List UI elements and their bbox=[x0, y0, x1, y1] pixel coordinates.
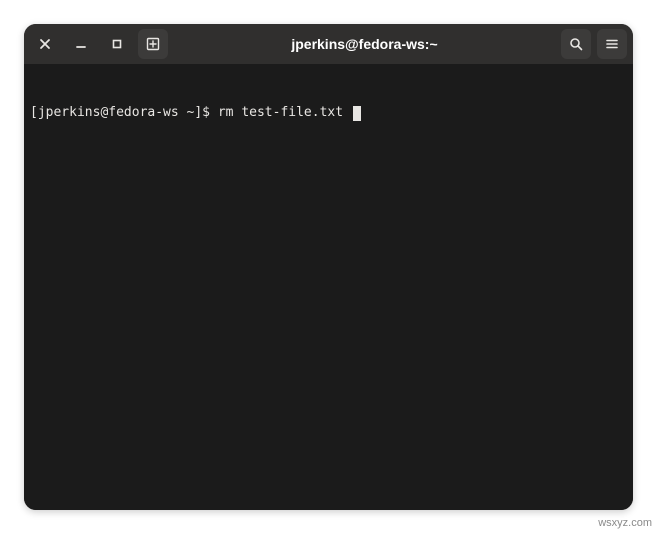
close-icon bbox=[39, 38, 51, 50]
titlebar: jperkins@fedora-ws:~ bbox=[24, 24, 633, 64]
titlebar-left-controls bbox=[30, 29, 168, 59]
menu-button[interactable] bbox=[597, 29, 627, 59]
window-title: jperkins@fedora-ws:~ bbox=[174, 36, 555, 52]
terminal-body[interactable]: [jperkins@fedora-ws ~]$ rm test-file.txt bbox=[24, 64, 633, 510]
watermark-text: wsxyz.com bbox=[598, 517, 652, 529]
hamburger-icon bbox=[605, 37, 619, 51]
terminal-line: [jperkins@fedora-ws ~]$ rm test-file.txt bbox=[30, 104, 627, 122]
new-tab-button[interactable] bbox=[138, 29, 168, 59]
maximize-icon bbox=[111, 38, 123, 50]
shell-prompt: [jperkins@fedora-ws ~]$ bbox=[30, 104, 218, 122]
cursor-block bbox=[353, 106, 361, 121]
shell-command: rm test-file.txt bbox=[218, 104, 351, 122]
minimize-icon bbox=[75, 38, 87, 50]
search-icon bbox=[569, 37, 583, 51]
titlebar-right-controls bbox=[561, 29, 627, 59]
search-button[interactable] bbox=[561, 29, 591, 59]
close-button[interactable] bbox=[30, 29, 60, 59]
terminal-window: jperkins@fedora-ws:~ [jperkins@fedora-ws… bbox=[24, 24, 633, 510]
minimize-button[interactable] bbox=[66, 29, 96, 59]
maximize-button[interactable] bbox=[102, 29, 132, 59]
new-tab-icon bbox=[146, 37, 160, 51]
